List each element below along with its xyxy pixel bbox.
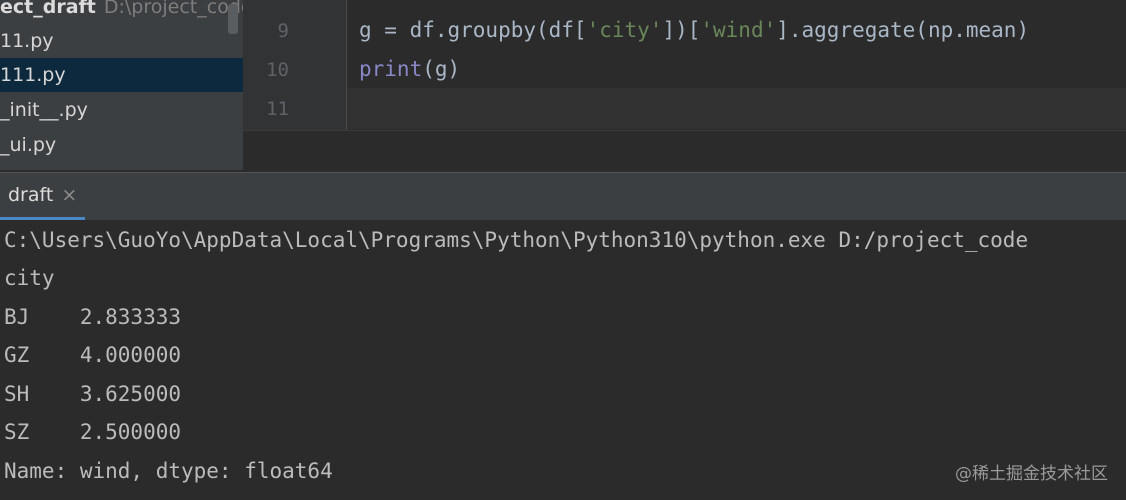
ide-window: ect_draft D:\project_code 11.py 111.py _i… — [0, 0, 1126, 500]
code-line[interactable]: print(g) — [359, 57, 460, 81]
project-tree: ect_draft D:\project_code 11.py 111.py _i… — [0, 0, 243, 170]
string-literal: 'city' — [586, 18, 663, 42]
tree-file-label: _ui.py — [0, 134, 57, 156]
tree-file-label: 11.py — [0, 30, 54, 52]
project-root-node[interactable]: ect_draft D:\project_code — [0, 0, 243, 20]
console-output-line: GZ 4.000000 — [4, 343, 182, 367]
run-tab-draft[interactable]: draft × — [0, 173, 86, 221]
code-token: ].aggregate(np.mean) — [776, 18, 1030, 42]
watermark: @稀土掘金技术社区 — [955, 464, 1108, 484]
code-token: g = df.groupby(df[ — [359, 18, 587, 42]
tree-scrollbar[interactable] — [228, 4, 238, 34]
console-output-line: Name: wind, dtype: float64 — [4, 459, 333, 483]
line-number: 9 — [277, 20, 289, 42]
current-line-highlight — [347, 88, 1126, 129]
run-tab-label: draft — [8, 184, 54, 206]
console-output-line: SZ 2.500000 — [4, 420, 182, 444]
tree-file-item[interactable]: 11.py — [0, 24, 243, 58]
run-toolwindow-header: draft × — [0, 172, 1126, 221]
builtin-token: print — [359, 57, 423, 81]
project-root-name: ect_draft — [0, 0, 96, 18]
line-number: 10 — [266, 59, 289, 81]
console-output-line: SH 3.625000 — [4, 382, 182, 406]
editor-empty-area — [243, 130, 1126, 170]
code-token: (g) — [422, 57, 461, 81]
project-root-path: D:\project_code — [103, 0, 243, 18]
close-icon[interactable]: × — [61, 184, 77, 206]
console-output-line: BJ 2.833333 — [4, 305, 182, 329]
console-command-line: C:\Users\GuoYo\AppData\Local\Programs\Py… — [4, 228, 1029, 252]
console-output-line: city — [4, 266, 55, 290]
tree-file-label: 111.py — [0, 64, 66, 86]
code-token: ])[ — [662, 18, 701, 42]
code-line[interactable]: g = df.groupby(df['city'])['wind'].aggre… — [359, 18, 1029, 42]
run-console[interactable]: C:\Users\GuoYo\AppData\Local\Programs\Py… — [0, 220, 1126, 500]
string-literal: 'wind' — [700, 18, 777, 42]
tree-file-item-selected[interactable]: 111.py — [0, 58, 243, 92]
tree-file-label: _init__.py — [0, 99, 88, 121]
line-number-gutter: 9 10 11 — [243, 0, 347, 130]
line-number: 11 — [266, 98, 289, 120]
code-editor[interactable]: 9 10 11 g = df.groupby(df['city'])['wind… — [243, 0, 1126, 170]
tree-file-item[interactable]: _init__.py — [0, 93, 243, 127]
tree-file-item[interactable]: _ui.py — [0, 128, 243, 162]
